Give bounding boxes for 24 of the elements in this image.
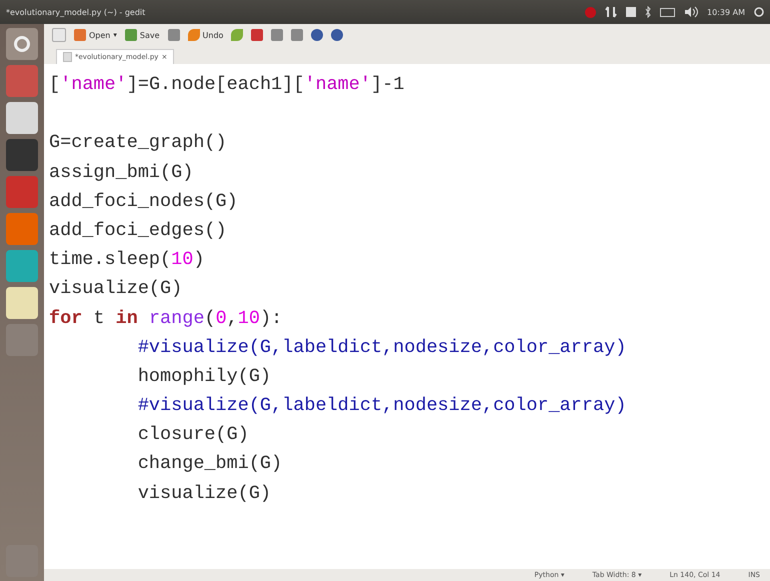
code-line: G=create_graph() — [49, 131, 227, 156]
battery-icon[interactable] — [660, 8, 676, 16]
code-line: #visualize(G,labeldict,nodesize,color_array) — [138, 394, 626, 418]
code-line: add_foci_edges() — [49, 218, 227, 243]
save-button[interactable]: Save — [124, 29, 160, 41]
speaker-icon[interactable] — [684, 6, 698, 18]
code-line: add_foci_nodes(G) — [49, 190, 238, 214]
code-line: for t in range(0,10): — [49, 306, 282, 330]
code-line: visualize(G) — [138, 482, 272, 506]
code-line: closure(G) — [138, 423, 249, 448]
code-line: time.sleep(10) — [49, 248, 204, 272]
code-line: #visualize(G,labeldict,nodesize,color_array) — [138, 336, 626, 360]
code-line: assign_bmi(G) — [49, 160, 194, 185]
code-line: homophily(G) — [138, 364, 272, 389]
code-line: visualize(G) — [49, 277, 182, 302]
clock[interactable]: 10:39 AM — [707, 8, 745, 16]
code-line: ['name']=G.node[each1]['name']-1 — [49, 73, 404, 97]
bluetooth-icon[interactable] — [645, 6, 652, 18]
undo-button[interactable]: Undo — [188, 29, 224, 41]
code-line: change_bmi(G) — [138, 452, 282, 476]
network-icon[interactable] — [605, 6, 618, 18]
window-title: *evolutionary_model.py (~) - gedit — [6, 8, 146, 16]
power-icon[interactable] — [754, 6, 764, 18]
record-icon[interactable] — [585, 6, 596, 18]
